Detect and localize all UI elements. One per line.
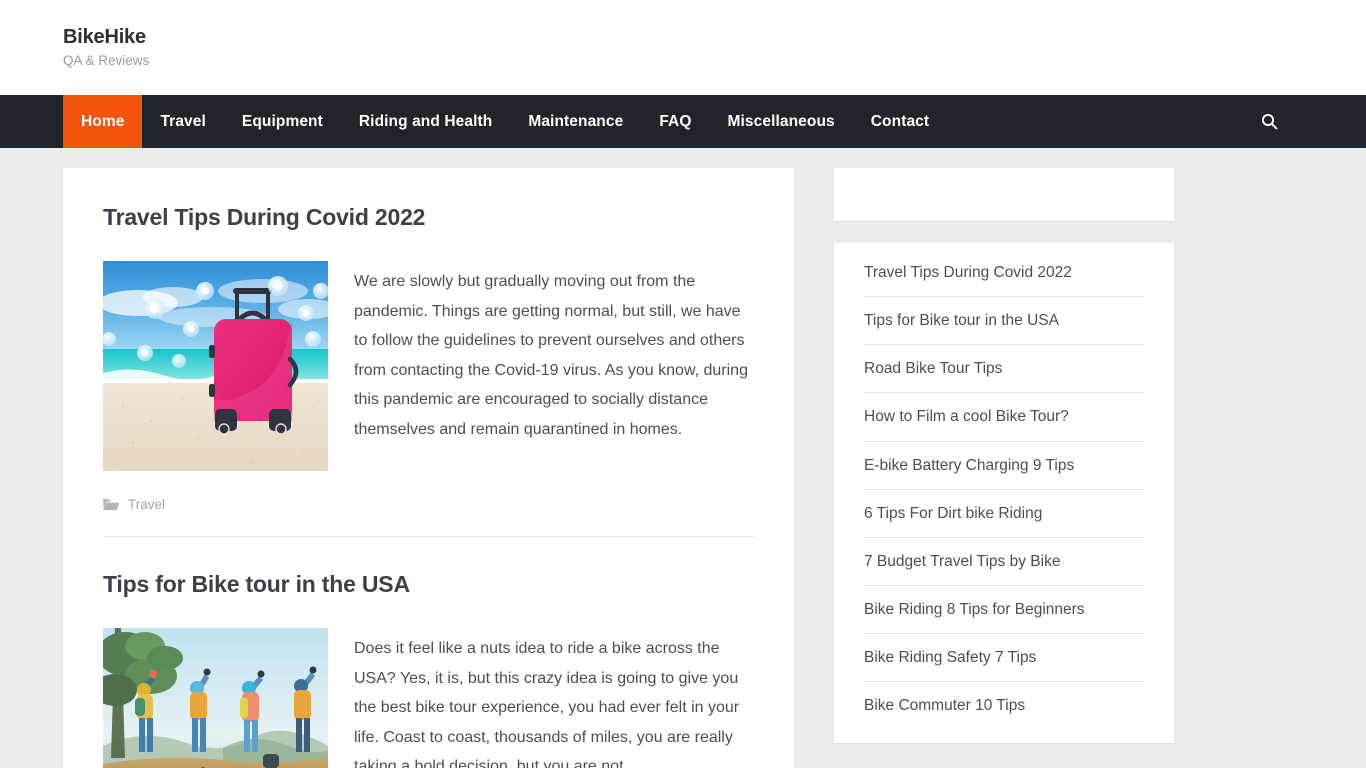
recent-post-link[interactable]: Tips for Bike tour in the USA: [864, 297, 1144, 344]
sidebar-widget-recent-posts: Travel Tips During Covid 2022 Tips for B…: [834, 243, 1174, 744]
list-item: Road Bike Tour Tips: [864, 345, 1144, 394]
list-item: Bike Riding Safety 7 Tips: [864, 634, 1144, 683]
sidebar: Travel Tips During Covid 2022 Tips for B…: [834, 168, 1174, 744]
list-item: Bike Riding 8 Tips for Beginners: [864, 586, 1144, 635]
article-title[interactable]: Travel Tips During Covid 2022: [103, 204, 754, 231]
list-item: Tips for Bike tour in the USA: [864, 297, 1144, 346]
nav-item-equipment[interactable]: Equipment: [224, 95, 341, 148]
nav-list: Home Travel Equipment Riding and Health …: [63, 95, 947, 148]
recent-post-link[interactable]: Travel Tips During Covid 2022: [864, 249, 1144, 296]
search-toggle-button[interactable]: [1245, 95, 1293, 148]
list-item: 6 Tips For Dirt bike Riding: [864, 490, 1144, 538]
folder-icon: [103, 498, 119, 511]
article-excerpt: We are slowly but gradually moving out f…: [354, 273, 748, 438]
article-card: Tips for Bike tour in the USA Does it fe…: [103, 563, 754, 768]
article-thumbnail[interactable]: [103, 628, 328, 768]
recent-post-link[interactable]: Bike Commuter 10 Tips: [864, 682, 1144, 729]
recent-post-link[interactable]: 7 Budget Travel Tips by Bike: [864, 538, 1144, 585]
recent-post-link[interactable]: 6 Tips For Dirt bike Riding: [864, 490, 1144, 537]
list-item: 7 Budget Travel Tips by Bike: [864, 538, 1144, 586]
article-excerpt: Does it feel like a nuts idea to ride a …: [354, 640, 740, 768]
nav-item-maintenance[interactable]: Maintenance: [510, 95, 641, 148]
recent-posts-list: Travel Tips During Covid 2022 Tips for B…: [864, 249, 1144, 729]
recent-post-link[interactable]: Bike Riding 8 Tips for Beginners: [864, 586, 1144, 633]
article-thumbnail[interactable]: [103, 261, 328, 471]
nav-item-travel[interactable]: Travel: [142, 95, 223, 148]
search-icon: [1261, 113, 1278, 130]
page-wrapper: Travel Tips During Covid 2022 We are slo…: [63, 148, 1303, 768]
nav-item-riding-and-health[interactable]: Riding and Health: [341, 95, 510, 148]
list-item: Bike Commuter 10 Tips: [864, 682, 1144, 729]
recent-post-link[interactable]: Road Bike Tour Tips: [864, 345, 1144, 392]
article-category-link[interactable]: Travel: [128, 497, 165, 512]
article-card: Travel Tips During Covid 2022 We are slo…: [103, 196, 754, 512]
nav-item-miscellaneous[interactable]: Miscellaneous: [710, 95, 853, 148]
article-divider: [103, 536, 754, 537]
list-item: Travel Tips During Covid 2022: [864, 249, 1144, 298]
nav-item-faq[interactable]: FAQ: [641, 95, 709, 148]
recent-post-link[interactable]: E-bike Battery Charging 9 Tips: [864, 442, 1144, 489]
article-title[interactable]: Tips for Bike tour in the USA: [103, 571, 754, 598]
site-title[interactable]: BikeHike: [63, 25, 1303, 49]
nav-item-contact[interactable]: Contact: [853, 95, 947, 148]
main-navigation: Home Travel Equipment Riding and Health …: [0, 95, 1366, 148]
site-header: BikeHike QA & Reviews: [0, 0, 1366, 95]
recent-post-link[interactable]: How to Film a cool Bike Tour?: [864, 393, 1144, 440]
sidebar-widget-empty: [834, 168, 1174, 221]
nav-item-home[interactable]: Home: [63, 95, 143, 148]
article-meta: Travel: [103, 497, 754, 512]
list-item: E-bike Battery Charging 9 Tips: [864, 442, 1144, 490]
list-item: How to Film a cool Bike Tour?: [864, 393, 1144, 442]
recent-post-link[interactable]: Bike Riding Safety 7 Tips: [864, 634, 1144, 681]
main-content: Travel Tips During Covid 2022 We are slo…: [63, 168, 794, 768]
site-tagline: QA & Reviews: [63, 53, 150, 69]
